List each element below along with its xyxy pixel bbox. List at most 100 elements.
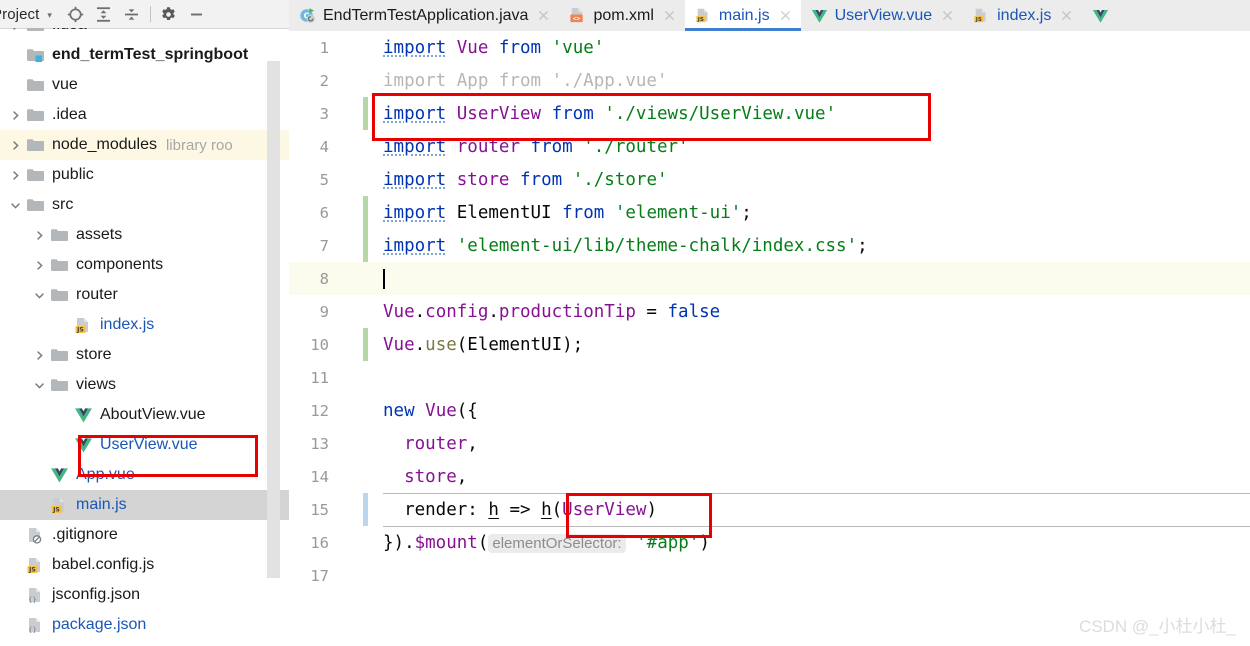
toolbar-divider — [150, 6, 151, 22]
code-line[interactable]: 1import Vue from 'vue' — [289, 31, 1250, 64]
editor-tab-bar[interactable]: CEndTermTestApplication.java<>pom.xmlJSm… — [289, 0, 1250, 31]
tree-item-label: components — [76, 257, 163, 273]
java-class-icon: C — [299, 7, 316, 24]
json-icon: {} — [26, 587, 45, 604]
settings-gear-icon[interactable] — [155, 1, 183, 27]
chevron-down-icon[interactable] — [32, 288, 46, 302]
folder-icon — [26, 77, 45, 94]
chevron-down-icon[interactable] — [8, 198, 22, 212]
tree-item-index-js[interactable]: JSindex.js — [0, 310, 289, 340]
tree-item-label: views — [76, 377, 116, 393]
code-line[interactable]: 7import 'element-ui/lib/theme-chalk/inde… — [289, 229, 1250, 262]
tree-spacer — [56, 438, 70, 452]
tree-item--gitignore[interactable]: .gitignore — [0, 520, 289, 550]
svg-text:{}: {} — [28, 596, 37, 604]
tree-item-main-js[interactable]: JSmain.js — [0, 490, 289, 520]
tree-item-aboutview-vue[interactable]: AboutView.vue — [0, 400, 289, 430]
locate-icon[interactable] — [62, 1, 90, 27]
code-line[interactable]: 8 — [289, 262, 1250, 295]
tree-item-label: router — [76, 287, 118, 303]
chevron-right-icon[interactable] — [8, 28, 22, 32]
code-line[interactable]: 15 render: h => h(UserView) — [289, 493, 1250, 526]
tree-item-tag: library roo — [166, 137, 233, 154]
tree-item-assets[interactable]: assets — [0, 220, 289, 250]
tree-item-vue[interactable]: vue — [0, 70, 289, 100]
tree-item-jsconfig-json[interactable]: {} jsconfig.json — [0, 580, 289, 610]
annotation-box-render-call — [566, 493, 712, 538]
gutter-change-marker[interactable] — [363, 97, 368, 130]
line-number: 6 — [289, 204, 329, 222]
gutter-change-marker[interactable] — [363, 196, 368, 229]
chevron-right-icon[interactable] — [8, 138, 22, 152]
chevron-right-icon[interactable] — [32, 258, 46, 272]
line-number: 11 — [289, 369, 329, 387]
folder-icon — [50, 227, 69, 244]
tree-item-label: jsconfig.json — [52, 587, 140, 603]
idea-window: Project ▾ — [0, 0, 1250, 646]
tree-item--idea[interactable]: .idea — [0, 100, 289, 130]
chevron-right-icon[interactable] — [8, 108, 22, 122]
close-icon[interactable] — [663, 9, 676, 22]
code-line[interactable]: 14 store, — [289, 460, 1250, 493]
editor-tab-endtermtestapplication-java[interactable]: CEndTermTestApplication.java — [289, 0, 559, 31]
code-line[interactable]: 16}).$mount(elementOrSelector: '#app') — [289, 526, 1250, 559]
tree-spacer — [8, 528, 22, 542]
chevron-right-icon[interactable] — [8, 168, 22, 182]
editor-tab-index-js[interactable]: JSindex.js — [963, 0, 1082, 31]
editor-tab-pom-xml[interactable]: <>pom.xml — [559, 0, 684, 31]
tree-item-components[interactable]: components — [0, 250, 289, 280]
tree-item-src[interactable]: src — [0, 190, 289, 220]
tree-item-store[interactable]: store — [0, 340, 289, 370]
tree-item-router[interactable]: router — [0, 280, 289, 310]
js-file-icon: JS — [973, 7, 990, 24]
tree-item-label: package.json — [52, 617, 146, 633]
close-icon[interactable] — [537, 9, 550, 22]
code-line[interactable]: 12new Vue({ — [289, 394, 1250, 427]
svg-text:JS: JS — [76, 326, 84, 333]
editor-tab-main-js[interactable]: JSmain.js — [685, 0, 801, 31]
chevron-right-icon[interactable] — [32, 348, 46, 362]
tree-item-label: end_termTest_springboot — [52, 47, 248, 63]
tree-item-end-termtest-springboot[interactable]: end_termTest_springboot — [0, 40, 289, 70]
vue-icon — [74, 407, 93, 424]
chevron-right-icon[interactable] — [32, 228, 46, 242]
folder-icon — [26, 137, 45, 154]
project-tree-scrollbar[interactable] — [267, 61, 280, 578]
code-line[interactable]: 10Vue.use(ElementUI); — [289, 328, 1250, 361]
editor-tab-userview-vue[interactable]: UserView.vue — [801, 0, 964, 31]
code-line[interactable]: 5import store from './store' — [289, 163, 1250, 196]
code-line[interactable]: 9Vue.config.productionTip = false — [289, 295, 1250, 328]
project-tree[interactable]: .ideaend_termTest_springbootvue.ideanode… — [0, 28, 289, 646]
tree-item-package-json[interactable]: {}package.json — [0, 610, 289, 640]
svg-text:JS: JS — [697, 17, 704, 23]
folder-icon — [50, 377, 69, 394]
gutter-change-marker[interactable] — [363, 493, 368, 526]
tree-item--idea[interactable]: .idea — [0, 28, 289, 40]
collapse-all-icon[interactable] — [118, 1, 146, 27]
gutter-change-marker[interactable] — [363, 328, 368, 361]
project-tool-window: Project ▾ — [0, 0, 290, 646]
tree-item-babel-config-js[interactable]: JSbabel.config.js — [0, 550, 289, 580]
gutter-change-marker[interactable] — [363, 229, 368, 262]
code-line[interactable]: 17 — [289, 559, 1250, 592]
close-icon[interactable] — [779, 9, 792, 22]
code-text: new Vue({ — [383, 401, 478, 421]
editor-tab-overflow-partial[interactable] — [1082, 0, 1125, 31]
hide-minimize-icon[interactable] — [183, 1, 211, 27]
code-text: Vue.config.productionTip = false — [383, 302, 720, 322]
close-icon[interactable] — [941, 9, 954, 22]
code-line[interactable]: 11 — [289, 361, 1250, 394]
code-line[interactable]: 13 router, — [289, 427, 1250, 460]
chevron-down-icon[interactable] — [32, 378, 46, 392]
annotation-box-import-line — [372, 93, 931, 141]
tree-item-views[interactable]: views — [0, 370, 289, 400]
folder-icon — [26, 107, 45, 124]
expand-all-icon[interactable] — [90, 1, 118, 27]
tree-item-node-modules[interactable]: node_moduleslibrary roo — [0, 130, 289, 160]
tree-item-public[interactable]: public — [0, 160, 289, 190]
code-line[interactable]: 6import ElementUI from 'element-ui'; — [289, 196, 1250, 229]
chevron-down-icon[interactable]: ▾ — [47, 10, 52, 21]
close-icon[interactable] — [1060, 9, 1073, 22]
tree-item-label: store — [76, 347, 112, 363]
svg-text:JS: JS — [28, 566, 36, 573]
